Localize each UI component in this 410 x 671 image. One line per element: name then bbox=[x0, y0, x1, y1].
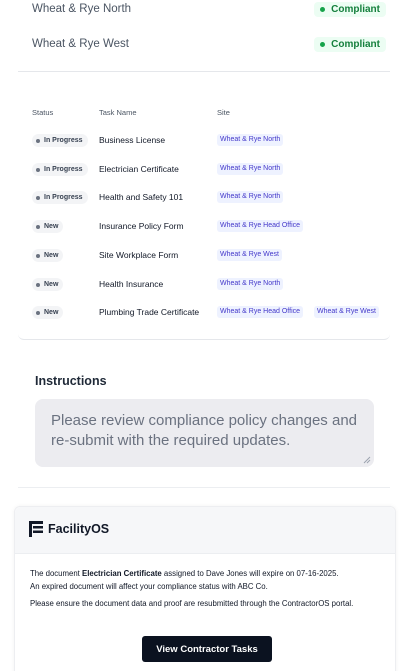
instructions-text: Please review compliance policy changes … bbox=[51, 412, 358, 449]
site-pill: Wheat & Rye West bbox=[217, 249, 283, 261]
brand-logo: FacilityOS bbox=[29, 521, 109, 537]
status-badge: New bbox=[32, 249, 64, 262]
status-dot-icon bbox=[36, 253, 40, 258]
status-badge-label: New bbox=[44, 281, 59, 288]
status-badge-label: New bbox=[44, 252, 59, 259]
status-badge: In Progress bbox=[32, 191, 88, 204]
column-header-status: Status bbox=[32, 108, 54, 117]
resize-handle-icon[interactable] bbox=[363, 456, 371, 464]
site-pill: Wheat & Rye North bbox=[217, 134, 284, 146]
instructions-title: Instructions bbox=[35, 374, 107, 388]
task-name[interactable]: Plumbing Trade Certificate bbox=[99, 306, 199, 318]
site-pill: Wheat & Rye North bbox=[217, 191, 284, 203]
status-dot-icon bbox=[36, 138, 40, 143]
view-contractor-tasks-button[interactable]: View Contractor Tasks bbox=[142, 636, 272, 662]
site-pill: Wheat & Rye West bbox=[314, 306, 380, 318]
status-badge-label: In Progress bbox=[44, 166, 83, 173]
column-header-site: Site bbox=[217, 108, 230, 117]
status-badge-label: New bbox=[44, 223, 59, 230]
compliance-badge-label: Compliant bbox=[331, 38, 380, 50]
email-paragraph: Please ensure the document data and proo… bbox=[30, 598, 386, 611]
email-text: assigned to Dave Jones will expire on 07… bbox=[161, 569, 339, 578]
status-badge: New bbox=[32, 220, 64, 233]
task-name[interactable]: Site Workplace Form bbox=[99, 249, 178, 261]
table-row[interactable]: New Insurance Policy Form Wheat & Rye He… bbox=[18, 217, 390, 235]
site-pill: Wheat & Rye North bbox=[217, 278, 284, 290]
table-row[interactable]: In Progress Electrician Certificate Whea… bbox=[18, 160, 390, 178]
task-name[interactable]: Electrician Certificate bbox=[99, 163, 179, 175]
status-badge-label: New bbox=[44, 309, 59, 316]
task-name[interactable]: Business License bbox=[99, 134, 165, 146]
status-dot-icon bbox=[36, 310, 40, 315]
task-table: Status Task Name Site In Progress Busine… bbox=[18, 86, 390, 340]
site-row: Wheat & Rye North Compliant bbox=[32, 0, 386, 19]
table-row[interactable]: New Plumbing Trade Certificate Wheat & R… bbox=[18, 303, 390, 321]
site-pill: Wheat & Rye North bbox=[217, 163, 284, 175]
status-badge-label: In Progress bbox=[44, 137, 83, 144]
status-dot-icon bbox=[36, 167, 40, 172]
task-name[interactable]: Insurance Policy Form bbox=[99, 220, 184, 232]
email-text: The document bbox=[30, 569, 83, 578]
compliance-badge: Compliant bbox=[314, 36, 386, 52]
status-dot-icon bbox=[36, 282, 40, 287]
table-row[interactable]: New Health Insurance Wheat & Rye North bbox=[18, 275, 390, 293]
status-dot-icon bbox=[36, 224, 40, 229]
site-name: Wheat & Rye West bbox=[32, 38, 129, 50]
email-body: The document Electrician Certificate ass… bbox=[30, 568, 386, 616]
status-dot-icon bbox=[320, 6, 326, 12]
email-header: FacilityOS bbox=[15, 507, 395, 554]
instructions-card: Instructions Please review compliance po… bbox=[18, 362, 390, 488]
site-row: Wheat & Rye West Compliant bbox=[32, 34, 386, 54]
email-paragraph: The document Electrician Certificate ass… bbox=[30, 568, 386, 593]
site-pill: Wheat & Rye Head Office bbox=[217, 306, 304, 318]
status-badge: In Progress bbox=[32, 134, 88, 147]
facilityos-logo-icon bbox=[29, 521, 43, 537]
status-badge: New bbox=[32, 306, 64, 319]
site-compliance-list: Wheat & Rye North Compliant Wheat & Rye … bbox=[18, 0, 390, 72]
email-preview: FacilityOS The document Electrician Cert… bbox=[14, 506, 396, 671]
site-name: Wheat & Rye North bbox=[32, 3, 132, 15]
document-name: Electrician Certificate bbox=[82, 569, 162, 578]
email-text: Please ensure the document data and proo… bbox=[30, 599, 354, 608]
compliance-badge-label: Compliant bbox=[331, 3, 380, 15]
status-badge: In Progress bbox=[32, 163, 88, 176]
compliance-badge: Compliant bbox=[314, 1, 386, 17]
table-row[interactable]: In Progress Health and Safety 101 Wheat … bbox=[18, 188, 390, 206]
status-badge: New bbox=[32, 278, 64, 291]
instructions-textarea[interactable]: Please review compliance policy changes … bbox=[35, 399, 374, 467]
table-row[interactable]: In Progress Business License Wheat & Rye… bbox=[18, 131, 390, 149]
status-dot-icon bbox=[36, 195, 40, 200]
table-row[interactable]: New Site Workplace Form Wheat & Rye West bbox=[18, 246, 390, 264]
brand-name: FacilityOS bbox=[48, 522, 110, 536]
site-pill: Wheat & Rye Head Office bbox=[217, 220, 304, 232]
task-name[interactable]: Health and Safety 101 bbox=[99, 191, 183, 203]
status-dot-icon bbox=[320, 41, 326, 47]
email-text: An expired document will affect your com… bbox=[30, 581, 268, 591]
column-header-task: Task Name bbox=[99, 108, 137, 117]
task-name[interactable]: Health Insurance bbox=[99, 278, 163, 290]
status-badge-label: In Progress bbox=[44, 194, 83, 201]
